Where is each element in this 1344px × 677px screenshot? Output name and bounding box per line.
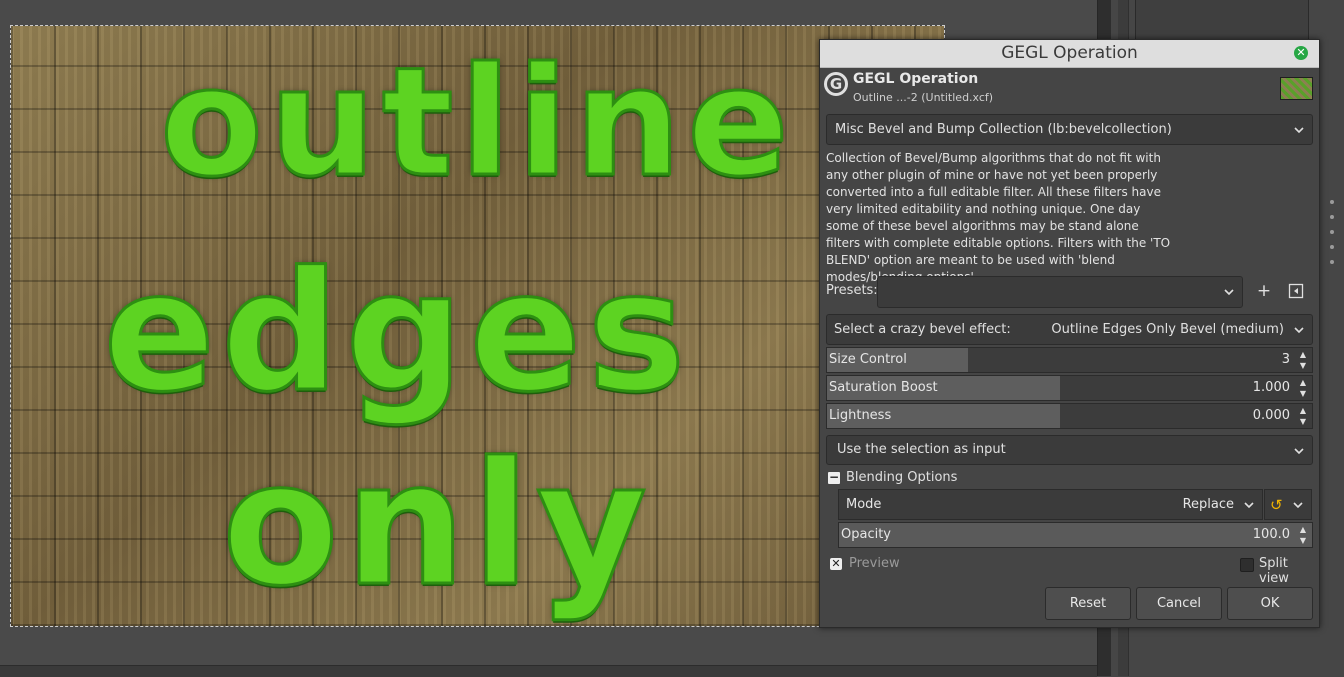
presets-label: Presets:: [826, 283, 878, 298]
reset-button[interactable]: Reset: [1045, 587, 1131, 620]
dock-grip-icon[interactable]: [1330, 245, 1334, 249]
undo-icon: ↺: [1270, 496, 1283, 514]
size-control-value: 3: [1281, 352, 1290, 367]
lightness-label: Lightness: [829, 408, 892, 423]
preview-checkbox[interactable]: ✕: [830, 558, 842, 570]
opacity-label: Opacity: [841, 527, 892, 542]
opacity-spinscale[interactable]: Opacity 100.0 ▲ ▼: [838, 522, 1313, 548]
operation-description: Collection of Bevel/Bump algorithms that…: [826, 151, 1171, 284]
selection-input-select[interactable]: Use the selection as input: [826, 435, 1313, 465]
dialog-window-title: GEGL Operation: [1001, 43, 1138, 63]
presets-select[interactable]: [877, 276, 1243, 308]
dialog-titlebar[interactable]: GEGL Operation ✕: [820, 40, 1319, 68]
chevron-down-icon: [1224, 289, 1234, 296]
blend-mode-label: Mode: [846, 497, 882, 512]
chevron-down-icon: [1244, 502, 1254, 509]
chevron-down-icon: [1294, 327, 1304, 334]
chevron-down-icon: [1293, 502, 1303, 509]
operation-select-value: Misc Bevel and Bump Collection (lb:bevel…: [835, 122, 1172, 137]
bevel-effect-value: Outline Edges Only Bevel (medium): [1051, 322, 1284, 337]
image-canvas[interactable]: outline edges only: [10, 25, 945, 627]
dock-grip-icon[interactable]: [1330, 260, 1334, 264]
opacity-value: 100.0: [1252, 527, 1290, 542]
dock-grip-icon[interactable]: [1330, 230, 1334, 234]
selection-input-value: Use the selection as input: [837, 442, 1006, 457]
composite-mode-button[interactable]: ↺: [1264, 489, 1312, 520]
spin-arrows-icon[interactable]: ▲ ▼: [1297, 377, 1309, 399]
spin-arrows-icon[interactable]: ▲ ▼: [1297, 405, 1309, 427]
dock-panel: [1135, 0, 1309, 41]
split-view-label: Split view: [1259, 556, 1289, 586]
blend-mode-select[interactable]: Mode Replace: [838, 489, 1263, 520]
saturation-boost-value: 1.000: [1252, 380, 1290, 395]
ok-button[interactable]: OK: [1227, 587, 1313, 620]
dialog-header-subtitle: Outline ...-2 (Untitled.xcf): [853, 91, 994, 104]
blending-options-label[interactable]: Blending Options: [846, 470, 957, 485]
dock-grip-icon[interactable]: [1330, 215, 1334, 219]
dock-grip-icon[interactable]: [1330, 200, 1334, 204]
saturation-boost-label: Saturation Boost: [829, 380, 938, 395]
add-preset-icon[interactable]: +: [1253, 280, 1275, 302]
spin-arrows-icon[interactable]: ▲ ▼: [1297, 349, 1309, 371]
close-icon[interactable]: ✕: [1294, 46, 1308, 60]
dialog-header-title: GEGL Operation: [853, 71, 979, 87]
cancel-button[interactable]: Cancel: [1136, 587, 1222, 620]
gegl-operation-dialog: GEGL Operation ✕ G GEGL Operation Outlin…: [819, 39, 1320, 628]
lightness-spinscale[interactable]: Lightness 0.000 ▲ ▼: [826, 403, 1313, 429]
chevron-down-icon: [1294, 448, 1304, 455]
horizontal-scrollbar[interactable]: [0, 665, 1097, 677]
spin-arrows-icon[interactable]: ▲ ▼: [1297, 524, 1309, 546]
layer-thumbnail: [1280, 77, 1313, 100]
chevron-down-icon: [1294, 127, 1304, 134]
preset-menu-icon[interactable]: [1285, 280, 1307, 302]
bevel-effect-label: Select a crazy bevel effect:: [834, 322, 1011, 337]
preview-label: Preview: [849, 556, 900, 571]
canvas-text-line: outline: [159, 35, 795, 212]
blending-options-collapse-icon[interactable]: −: [828, 471, 840, 484]
bevel-effect-select[interactable]: Select a crazy bevel effect: Outline Edg…: [826, 314, 1313, 345]
size-control-spinscale[interactable]: Size Control 3 ▲ ▼: [826, 347, 1313, 373]
canvas-text-line: edges: [102, 235, 692, 430]
gegl-logo-icon: G: [824, 72, 848, 96]
split-view-checkbox[interactable]: [1240, 558, 1254, 572]
blend-mode-value: Replace: [1182, 497, 1234, 512]
lightness-value: 0.000: [1252, 408, 1290, 423]
operation-select[interactable]: Misc Bevel and Bump Collection (lb:bevel…: [826, 114, 1313, 145]
canvas-text-line: only: [221, 425, 653, 626]
saturation-boost-spinscale[interactable]: Saturation Boost 1.000 ▲ ▼: [826, 375, 1313, 401]
size-control-label: Size Control: [829, 352, 907, 367]
